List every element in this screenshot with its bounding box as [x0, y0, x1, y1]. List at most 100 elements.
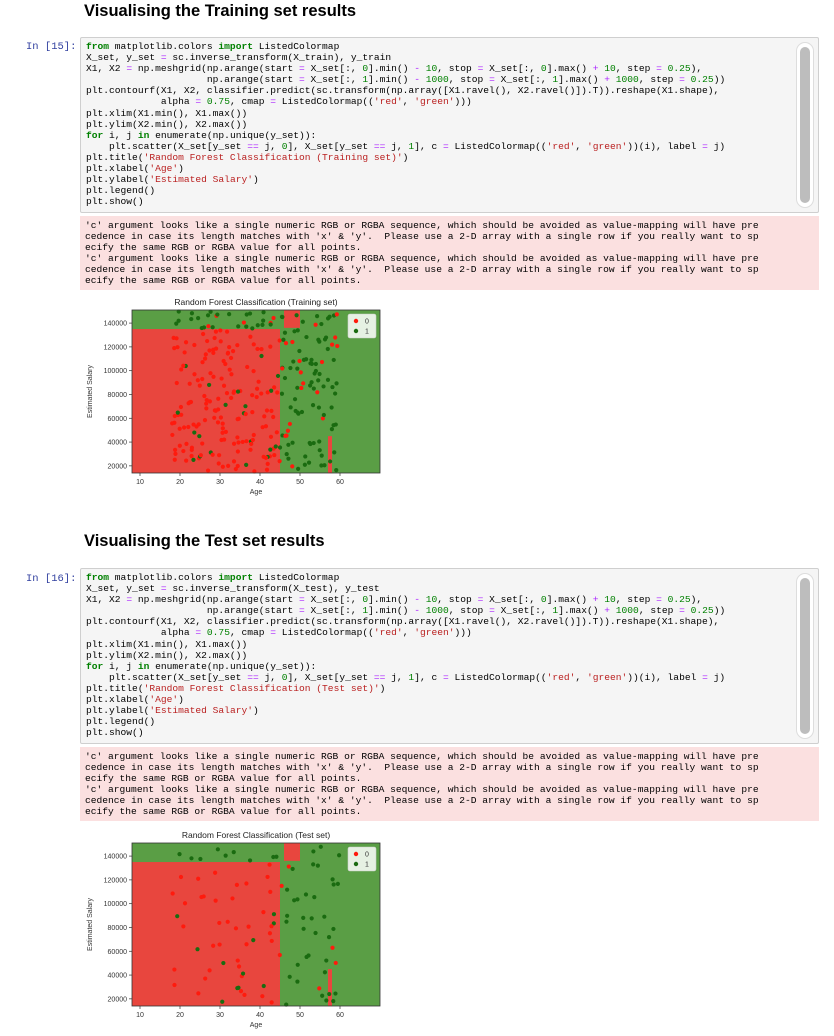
- chart-training-set: Random Forest Classification (Training s…: [87, 297, 381, 496]
- x-tick-label: 60: [336, 1012, 344, 1019]
- data-point: [171, 335, 176, 340]
- code-scrollbar[interactable]: [796, 573, 814, 739]
- data-point: [248, 334, 253, 339]
- y-axis-label: Estimated Salary: [87, 365, 94, 418]
- data-point: [223, 402, 228, 407]
- data-point: [229, 372, 234, 377]
- code-token: ].max(): [546, 63, 593, 75]
- code-token: plt.scatter(X_set[y_set: [86, 140, 248, 152]
- code-token: for: [86, 129, 104, 141]
- code-cell[interactable]: from matplotlib.colors import ListedColo…: [80, 37, 819, 213]
- data-point: [327, 314, 332, 319]
- code-cell[interactable]: from matplotlib.colors import ListedColo…: [80, 568, 819, 744]
- x-tick-label: 20: [176, 1012, 184, 1019]
- data-point: [335, 343, 340, 349]
- chart-title: Random Forest Classification (Test set): [182, 830, 330, 840]
- data-point: [275, 373, 281, 379]
- data-point: [325, 346, 330, 352]
- data-point: [288, 365, 293, 371]
- data-point: [328, 459, 333, 464]
- data-point: [330, 384, 335, 390]
- code-token: plt.contourf(X1, X2, classifier.predict(…: [86, 85, 720, 97]
- code-token: X_set[:,: [494, 605, 553, 617]
- x-tick-label: 10: [136, 479, 144, 486]
- data-point: [309, 380, 314, 385]
- data-point: [177, 852, 182, 857]
- data-point: [219, 376, 224, 381]
- data-point: [235, 449, 240, 454]
- data-point: [178, 874, 184, 880]
- scrollbar-thumb[interactable]: [800, 578, 810, 734]
- data-point: [187, 381, 192, 386]
- code-scrollbar[interactable]: [796, 42, 814, 208]
- data-point: [322, 914, 327, 919]
- data-point: [177, 443, 182, 448]
- data-point: [235, 985, 240, 991]
- code-token: ): [252, 174, 259, 186]
- code-token: plt.show(): [86, 196, 144, 208]
- x-axis-label: Age: [250, 489, 263, 496]
- data-point: [249, 441, 254, 447]
- data-point: [203, 352, 208, 357]
- data-point: [236, 324, 241, 329]
- data-point: [205, 468, 211, 473]
- data-point: [299, 409, 305, 415]
- data-point: [301, 357, 307, 362]
- data-point: [277, 952, 282, 958]
- data-point: [221, 383, 227, 388]
- data-point: [261, 983, 266, 989]
- code-token: ): [252, 705, 259, 717]
- data-point: [194, 424, 199, 429]
- code-editor[interactable]: from matplotlib.colors import ListedColo…: [81, 38, 818, 207]
- data-point: [268, 889, 273, 894]
- data-point: [202, 356, 208, 361]
- code-token: 'Age': [149, 694, 179, 706]
- data-point: [207, 968, 212, 973]
- code-token: , cmap: [229, 627, 271, 639]
- code-token: 'green': [414, 96, 455, 108]
- data-point: [203, 976, 208, 981]
- decision-region: [132, 862, 280, 1006]
- code-token: i, j: [103, 129, 138, 141]
- y-tick-label: 80000: [108, 925, 128, 932]
- data-point: [172, 457, 177, 462]
- data-point: [260, 994, 265, 999]
- data-point: [292, 397, 298, 402]
- code-token: ListedColormap((: [276, 627, 374, 639]
- data-point: [297, 358, 302, 364]
- data-point: [311, 862, 316, 867]
- code-token: X_set[:,: [304, 63, 363, 75]
- data-point: [259, 391, 264, 396]
- data-point: [235, 416, 240, 422]
- data-point: [207, 382, 212, 388]
- code-editor[interactable]: from matplotlib.colors import ListedColo…: [81, 569, 818, 738]
- data-point: [179, 367, 184, 372]
- data-point: [213, 408, 218, 413]
- data-point: [296, 466, 301, 471]
- scrollbar-thumb[interactable]: [800, 47, 810, 203]
- data-point: [312, 895, 317, 900]
- data-point: [236, 440, 241, 445]
- y-tick-label: 140000: [104, 854, 127, 861]
- y-tick-label: 120000: [104, 877, 127, 884]
- y-tick-label: 140000: [104, 321, 127, 328]
- code-token: plt.title(: [86, 682, 144, 694]
- data-point: [182, 350, 187, 355]
- data-point: [244, 324, 249, 329]
- stderr-output: 'c' argument looks like a single numeric…: [80, 216, 819, 290]
- code-token: i, j: [103, 660, 138, 672]
- data-point: [174, 380, 179, 386]
- code-token: np.arange(start: [86, 605, 300, 617]
- data-point: [186, 401, 191, 406]
- data-point: [334, 468, 339, 473]
- code-token: 0.25: [690, 605, 714, 617]
- data-point: [220, 999, 225, 1004]
- code-token: in: [137, 660, 150, 672]
- data-point: [324, 958, 329, 963]
- data-point: [317, 448, 322, 453]
- data-point: [329, 405, 334, 410]
- code-token: for: [86, 660, 104, 672]
- code-token: j,: [385, 671, 409, 683]
- data-point: [244, 881, 249, 886]
- data-point: [287, 421, 292, 427]
